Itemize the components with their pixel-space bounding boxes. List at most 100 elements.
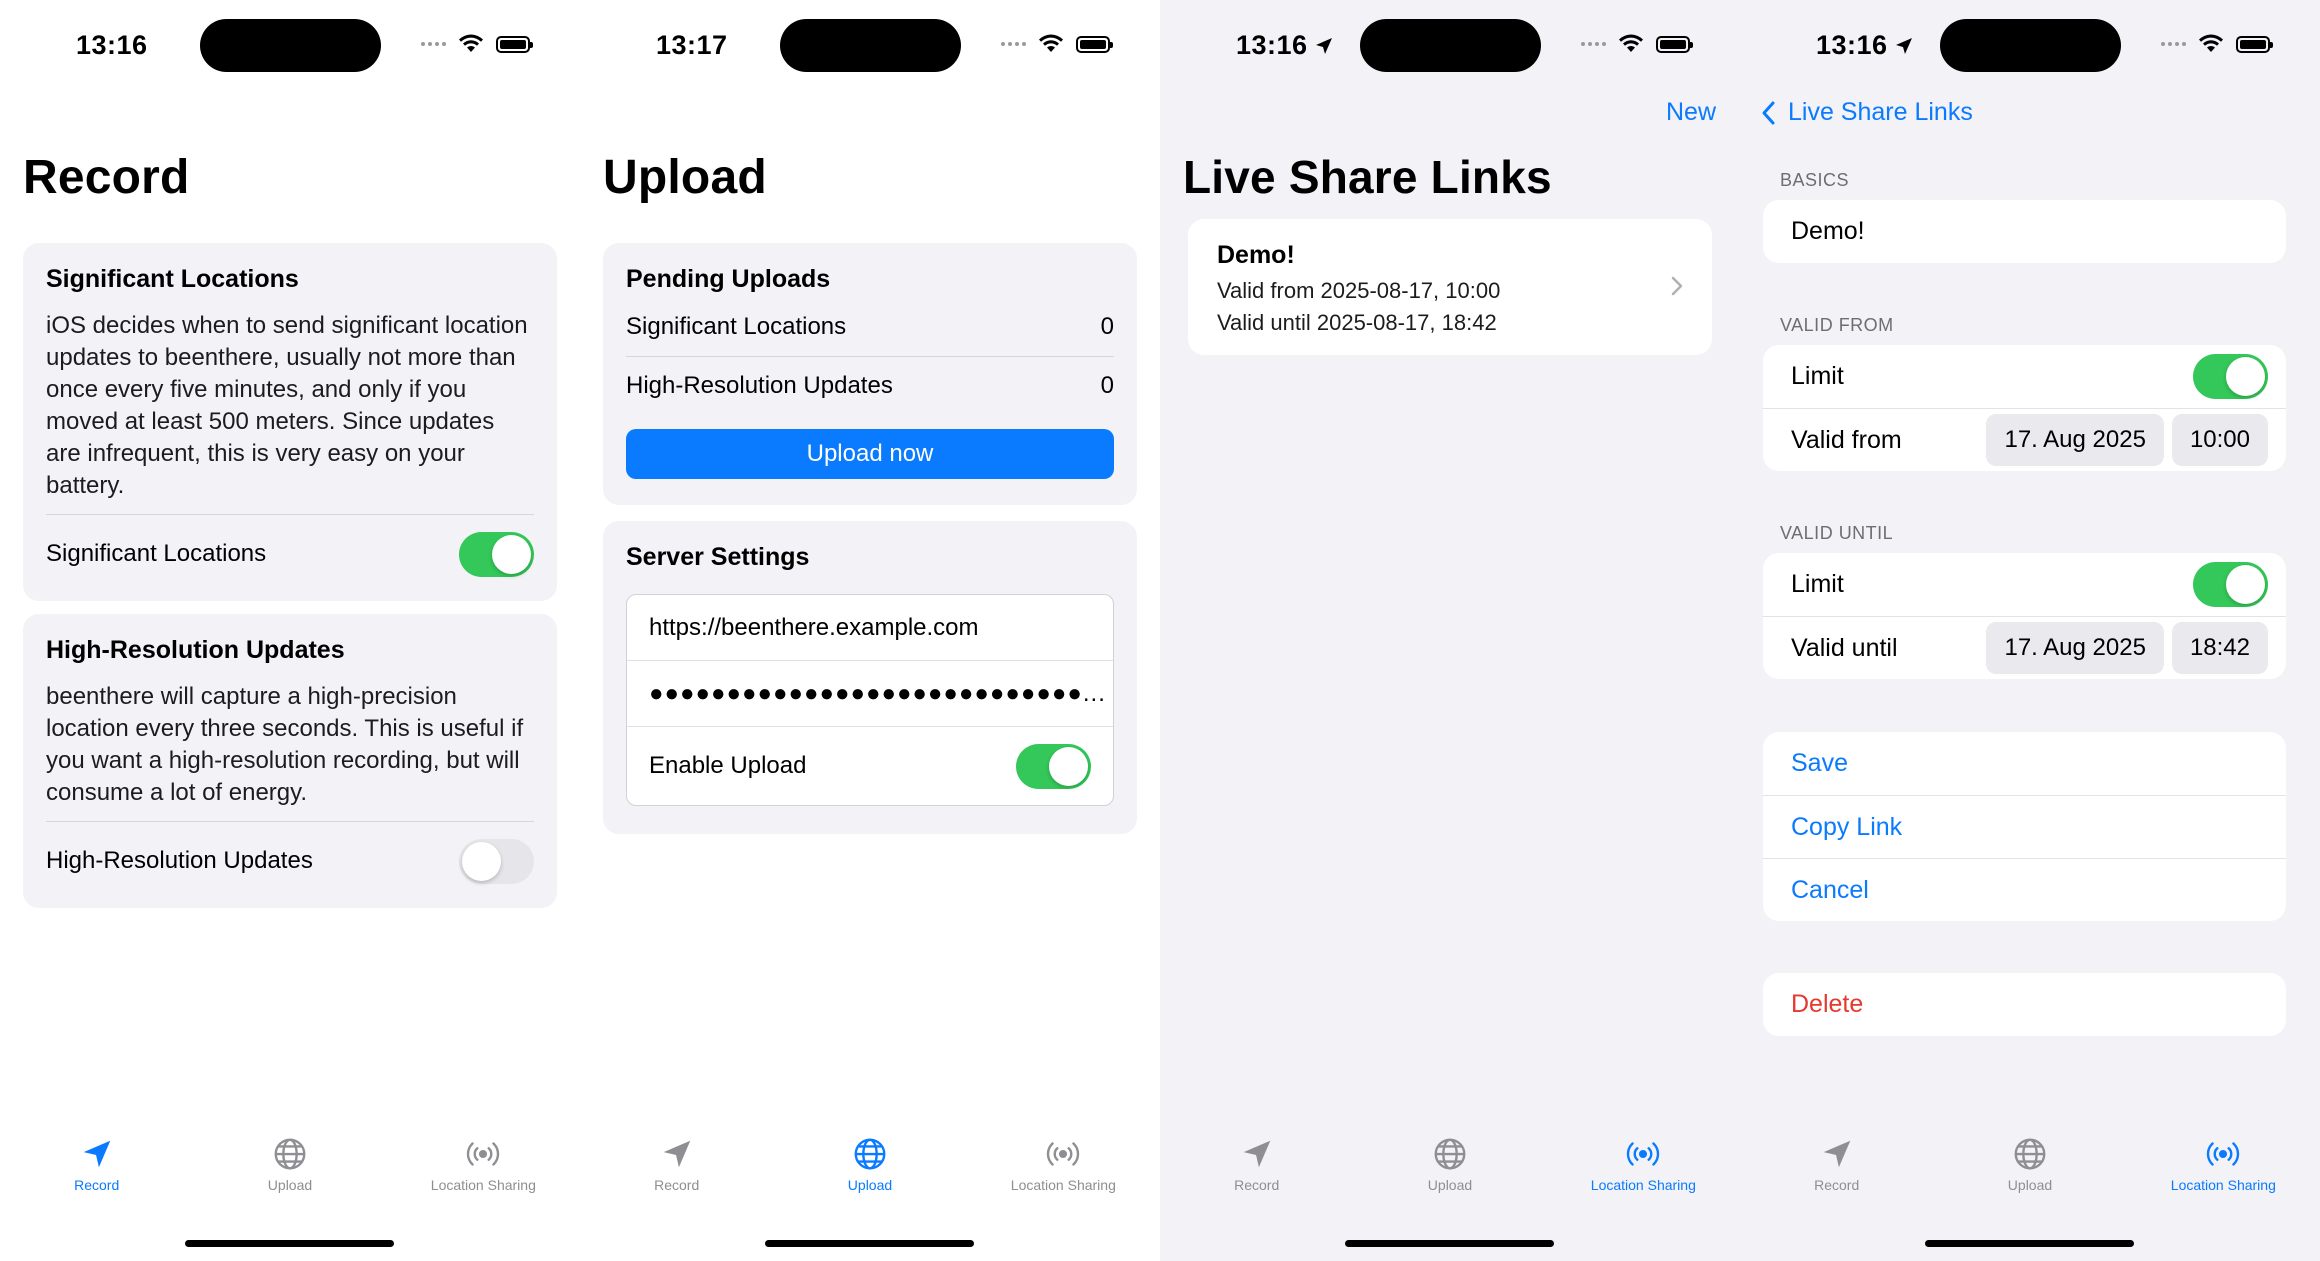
tab-label: Upload xyxy=(267,1177,313,1193)
tab-label: Record xyxy=(1234,1177,1280,1193)
tab-location-sharing[interactable]: Location Sharing xyxy=(1547,1135,1740,1215)
row-value: 0 xyxy=(1100,313,1114,340)
list-item[interactable]: Demo! Valid from 2025-08-17, 10:00 Valid… xyxy=(1188,219,1712,355)
wifi-icon xyxy=(1619,34,1643,52)
row-label: Limit xyxy=(1791,570,1844,598)
status-bar: 13:16 xyxy=(1740,0,2320,90)
row-label: Valid until xyxy=(1791,633,1898,662)
server-fields: https://beenthere.example.com ●●●●●●●●●●… xyxy=(626,594,1114,806)
tab-record[interactable]: Record xyxy=(1740,1135,1933,1215)
battery-icon xyxy=(496,35,533,53)
wifi-icon xyxy=(2199,34,2223,52)
valid-from-date-picker[interactable]: 17. Aug 2025 xyxy=(1986,414,2164,466)
pending-uploads-card: Pending Uploads Significant Locations 0 … xyxy=(603,243,1137,505)
status-time: 13:17 xyxy=(656,30,728,60)
actions-group: Save Copy Link Cancel xyxy=(1763,732,2286,921)
back-button[interactable]: Live Share Links xyxy=(1760,98,1973,127)
location-active-icon xyxy=(1315,37,1332,54)
tab-upload[interactable]: Upload xyxy=(1353,1135,1546,1215)
wifi-icon xyxy=(459,34,483,52)
save-button[interactable]: Save xyxy=(1763,732,2286,795)
high-resolution-toggle[interactable] xyxy=(459,838,534,884)
delete-button[interactable]: Delete xyxy=(1763,973,2286,1036)
server-url-field[interactable]: https://beenthere.example.com xyxy=(627,595,1113,660)
new-link-button[interactable]: New xyxy=(1666,98,1716,127)
broadcast-icon xyxy=(467,1142,500,1166)
tab-location-sharing[interactable]: Location Sharing xyxy=(2127,1135,2320,1215)
tab-record[interactable]: Record xyxy=(1160,1135,1353,1215)
status-time: 13:16 xyxy=(1236,30,1334,61)
card-title: High-Resolution Updates xyxy=(46,636,345,664)
tab-bar: Record Upload Location Sharing xyxy=(0,1135,580,1215)
battery-icon xyxy=(2236,35,2273,53)
status-bar: 13:16 xyxy=(0,0,580,90)
status-time: 13:16 xyxy=(76,30,148,60)
tab-upload[interactable]: Upload xyxy=(773,1135,966,1215)
valid-from-time-picker[interactable]: 10:00 xyxy=(2171,414,2268,466)
valid-until-limit-toggle[interactable] xyxy=(2193,562,2268,607)
tab-upload[interactable]: Upload xyxy=(1933,1135,2126,1215)
valid-until-date-picker[interactable]: 17. Aug 2025 xyxy=(1986,622,2164,674)
valid-until-limit-row: Limit xyxy=(1763,553,2286,616)
chevron-left-icon xyxy=(1762,101,1775,124)
valid-from-limit-toggle[interactable] xyxy=(2193,354,2268,399)
home-indicator xyxy=(1925,1240,2134,1247)
row-value: 0 xyxy=(1100,372,1114,399)
pending-row-significant: Significant Locations 0 xyxy=(626,298,1114,356)
section-header-basics: BASICS xyxy=(1780,170,1850,190)
tab-label: Record xyxy=(654,1177,700,1193)
location-arrow-icon xyxy=(663,1140,690,1168)
wifi-icon xyxy=(1039,34,1063,52)
signal-icon xyxy=(1001,42,1026,46)
tab-label: Location Sharing xyxy=(2170,1177,2276,1193)
server-settings-card: Server Settings https://beenthere.exampl… xyxy=(603,521,1137,834)
broadcast-icon xyxy=(2207,1142,2240,1166)
tab-label: Location Sharing xyxy=(1590,1177,1696,1193)
upload-screen: 13:17 Upload Pending Uploads Significant… xyxy=(580,0,1160,1261)
globe-icon xyxy=(274,1138,306,1170)
page-title: Live Share Links xyxy=(1183,151,1552,203)
delete-group: Delete xyxy=(1763,973,2286,1036)
signal-icon xyxy=(2161,42,2186,46)
dynamic-island xyxy=(1940,19,2121,72)
card-description: beenthere will capture a high-precision … xyxy=(46,683,524,806)
signal-icon xyxy=(421,42,446,46)
significant-locations-row: Significant Locations xyxy=(46,514,534,593)
page-title: Record xyxy=(23,151,190,204)
record-screen: 13:16 Record Significant Locations iOS d… xyxy=(0,0,580,1261)
significant-locations-toggle[interactable] xyxy=(459,531,534,577)
tab-record[interactable]: Record xyxy=(580,1135,773,1215)
dynamic-island xyxy=(1360,19,1541,72)
tab-upload[interactable]: Upload xyxy=(193,1135,386,1215)
valid-from-group: Limit Valid from 17. Aug 2025 10:00 xyxy=(1763,345,2286,471)
toggle-label: Enable Upload xyxy=(649,752,807,779)
tab-location-sharing[interactable]: Location Sharing xyxy=(967,1135,1160,1215)
link-name-field[interactable]: Demo! xyxy=(1763,200,2286,263)
pending-row-highres: High-Resolution Updates 0 xyxy=(626,356,1114,415)
tab-location-sharing[interactable]: Location Sharing xyxy=(387,1135,580,1215)
cancel-button[interactable]: Cancel xyxy=(1763,858,2286,921)
basics-group: Demo! xyxy=(1763,200,2286,263)
section-header-valid-until: VALID UNTIL xyxy=(1780,523,1894,543)
dynamic-island xyxy=(780,19,961,72)
row-label: Valid from xyxy=(1791,425,1902,454)
globe-icon xyxy=(854,1138,886,1170)
home-indicator xyxy=(1345,1240,1554,1247)
valid-until-group: Limit Valid until 17. Aug 2025 18:42 xyxy=(1763,553,2286,679)
tab-record[interactable]: Record xyxy=(0,1135,193,1215)
back-label: Live Share Links xyxy=(1788,98,1973,126)
location-active-icon xyxy=(1895,37,1912,54)
high-resolution-row: High-Resolution Updates xyxy=(46,821,534,900)
location-arrow-icon xyxy=(1823,1140,1850,1168)
enable-upload-toggle[interactable] xyxy=(1016,743,1091,789)
dynamic-island xyxy=(200,19,381,72)
copy-link-button[interactable]: Copy Link xyxy=(1763,795,2286,858)
status-bar: 13:16 xyxy=(1160,0,1740,90)
card-title: Server Settings xyxy=(626,543,810,571)
link-valid-from: Valid from 2025-08-17, 10:00 xyxy=(1217,278,1501,303)
toggle-label: Significant Locations xyxy=(46,540,267,567)
upload-now-button[interactable]: Upload now xyxy=(626,429,1114,479)
valid-until-time-picker[interactable]: 18:42 xyxy=(2171,622,2268,674)
row-label: Significant Locations xyxy=(626,313,847,340)
password-field[interactable]: ●●●●●●●●●●●●●●●●●●●●●●●●●●●●... xyxy=(627,660,1113,726)
